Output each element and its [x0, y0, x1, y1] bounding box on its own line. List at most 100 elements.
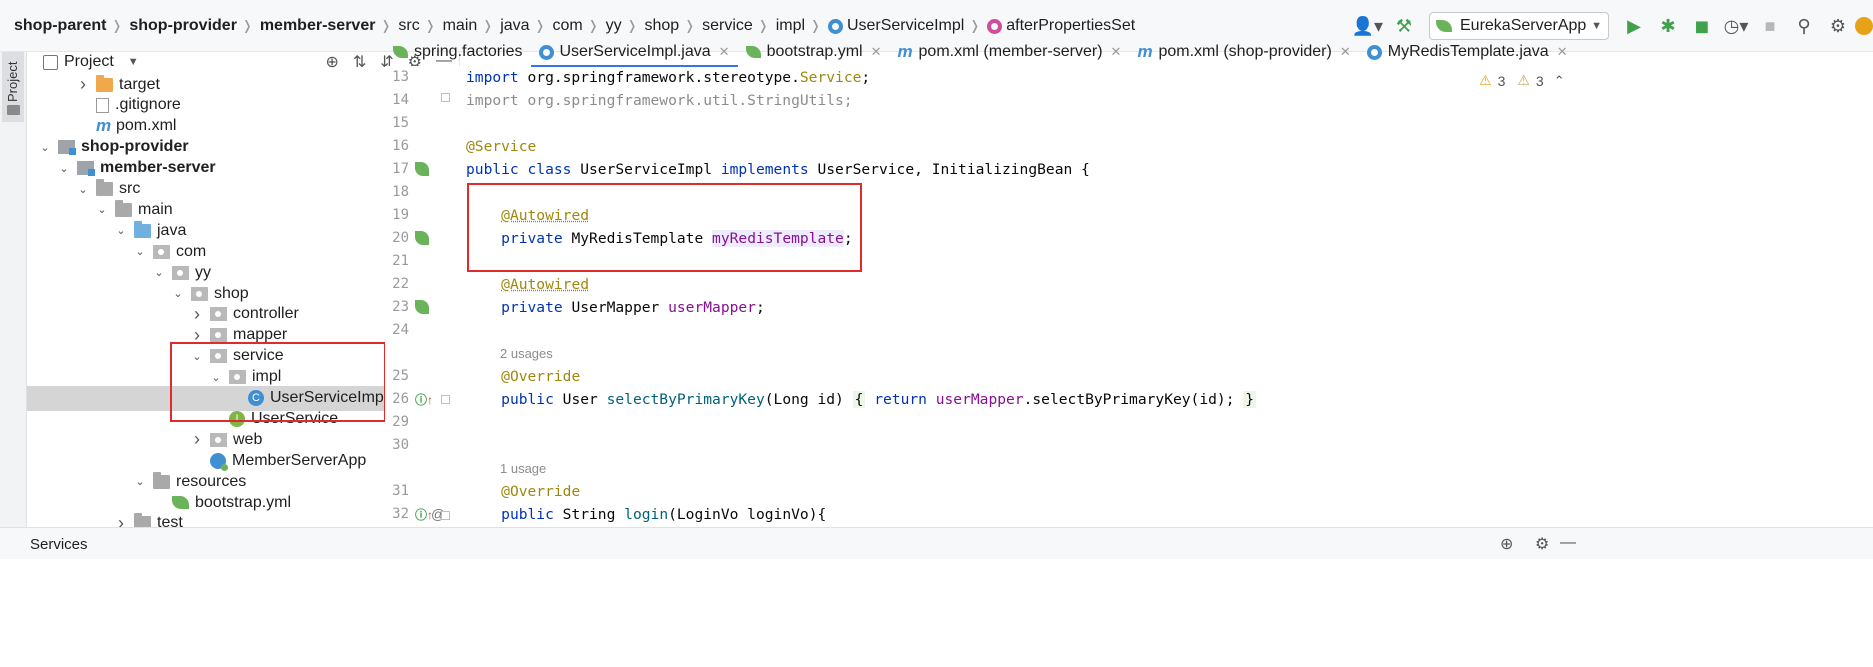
breadcrumb-item[interactable]: afterPropertiesSet — [987, 17, 1135, 35]
profiler-icon[interactable]: ◷▾ — [1723, 12, 1749, 40]
module-icon — [77, 161, 95, 177]
chevron-down-icon[interactable]: ⌄ — [171, 287, 185, 300]
line-number: 13 — [392, 69, 409, 85]
chevron-down-icon[interactable]: ⌄ — [76, 183, 90, 196]
chevron-down-icon[interactable]: ⌄ — [133, 475, 147, 488]
settings-icon[interactable]: ⚙ — [1825, 12, 1851, 40]
breadcrumb-item[interactable]: shop-provider — [129, 17, 237, 35]
fold-marker-icon[interactable] — [441, 93, 450, 102]
breadcrumb-item[interactable]: shop-parent — [14, 17, 106, 35]
chevron-down-icon[interactable]: ⌄ — [57, 162, 71, 175]
package-icon — [153, 244, 170, 259]
hide-icon[interactable]: — — [1560, 534, 1576, 552]
breadcrumb-label: yy — [605, 17, 622, 34]
code-line: @Override — [501, 483, 581, 500]
chevron-down-icon[interactable]: ⌄ — [152, 266, 166, 279]
editor-tab[interactable]: spring.factories — [385, 41, 531, 63]
run-icon[interactable]: ▶ — [1621, 12, 1647, 40]
fold-marker-icon[interactable] — [441, 395, 450, 404]
close-icon[interactable]: ✕ — [1111, 44, 1122, 60]
build-hammer-icon[interactable]: ⚒ — [1391, 12, 1417, 40]
debug-icon[interactable]: ✱ — [1655, 12, 1681, 40]
breadcrumb-item[interactable]: src — [398, 17, 419, 35]
breadcrumb-separator-icon: ❭ — [757, 18, 769, 33]
breadcrumb-separator-icon: ❭ — [810, 18, 821, 33]
tree-row-label: pom.xml — [116, 117, 177, 135]
package-icon — [172, 265, 189, 280]
chevron-down-icon[interactable]: ⌄ — [95, 203, 109, 216]
class-icon — [827, 18, 843, 34]
breadcrumb-item[interactable]: impl — [776, 17, 805, 35]
warning-icon: ⚠ — [1479, 72, 1492, 88]
search-icon[interactable]: ⚲ — [1791, 12, 1817, 40]
chevron-down-icon[interactable]: ⌄ — [133, 245, 147, 258]
usage-hint[interactable]: 2 usages — [500, 346, 553, 361]
spring-bean-icon[interactable] — [415, 300, 429, 314]
breadcrumb-label: src — [398, 17, 420, 34]
project-view-icon — [43, 54, 58, 70]
stop-icon[interactable]: ■ — [1757, 12, 1783, 40]
usage-hint[interactable]: 1 usage — [500, 461, 546, 476]
gear-icon[interactable]: ⚙ — [1535, 534, 1549, 554]
breadcrumb-item[interactable]: service — [702, 17, 753, 35]
package-icon — [191, 286, 208, 301]
breadcrumb-item[interactable]: com — [552, 17, 582, 35]
breadcrumb-label: service — [702, 17, 753, 34]
vcs-user-icon[interactable]: 👤▾ — [1352, 12, 1383, 40]
chevron-right-icon[interactable]: › — [190, 429, 204, 450]
breadcrumb-item[interactable]: UserServiceImpl — [827, 17, 964, 35]
spring-bean-icon[interactable] — [415, 162, 429, 176]
inspection-widget[interactable]: ⚠ 3 ⚠ 3 ⌃ — [1479, 72, 1565, 89]
close-icon[interactable]: ✕ — [719, 44, 730, 60]
chevron-right-icon[interactable]: › — [190, 304, 204, 325]
chevron-down-icon[interactable]: ⌄ — [114, 224, 128, 237]
editor-tab[interactable]: MyRedisTemplate.java ✕ — [1359, 41, 1576, 63]
spring-bean-icon[interactable] — [415, 231, 429, 245]
breadcrumb-item[interactable]: yy — [606, 17, 622, 35]
coverage-icon[interactable]: ◼ — [1689, 12, 1715, 40]
editor-tab-label: spring.factories — [414, 43, 523, 60]
breadcrumb-separator-icon: ❭ — [424, 18, 436, 33]
crosshair-icon[interactable]: ⊕ — [1500, 534, 1513, 554]
update-avatar-icon[interactable] — [1855, 17, 1873, 35]
editor-tab-label: bootstrap.yml — [766, 43, 863, 60]
editor-gutter: 13 14 15 16 17 18 19 20 21 22 23 24 25 26 29 30 31 32 ⓘ↑ ⓘ↑… — [385, 66, 461, 527]
chevron-down-icon[interactable]: ▼ — [128, 56, 139, 68]
run-configuration-select[interactable]: EurekaServerApp ▼ — [1429, 12, 1609, 40]
line-number: 32 — [392, 506, 409, 522]
chevron-right-icon[interactable]: › — [76, 74, 90, 95]
expand-all-icon[interactable]: ⇅ — [353, 52, 366, 72]
tree-row-label: controller — [233, 305, 299, 323]
code-line: public class UserServiceImpl implements … — [466, 161, 1090, 178]
breadcrumb-separator-icon: ❭ — [534, 18, 546, 33]
tree-row-label: com — [176, 242, 207, 260]
breadcrumb-item[interactable]: main — [443, 17, 478, 35]
tree-row-label: java — [157, 221, 187, 239]
implements-method-icon[interactable]: ⓘ↑ — [415, 391, 437, 407]
editor-tab[interactable]: m pom.xml (member-server) ✕ — [890, 41, 1130, 63]
locate-icon[interactable]: ⊕ — [325, 52, 338, 72]
close-icon[interactable]: ✕ — [1340, 44, 1351, 60]
maven-icon: m — [897, 41, 913, 61]
services-label[interactable]: Services — [30, 536, 88, 553]
editor-tab[interactable]: bootstrap.yml ✕ — [738, 41, 890, 63]
chevron-down-icon[interactable]: ⌄ — [38, 141, 52, 154]
close-icon[interactable]: ✕ — [1557, 44, 1568, 60]
project-panel-title[interactable]: Project — [64, 53, 114, 71]
editor-tab[interactable]: UserServiceImpl.java ✕ — [530, 41, 738, 67]
fold-marker-icon[interactable] — [441, 511, 450, 520]
tree-row-label: resources — [176, 472, 247, 490]
class-icon — [538, 44, 554, 60]
structure-folder-icon[interactable] — [7, 105, 20, 115]
breadcrumb-item[interactable]: java — [500, 17, 529, 35]
code-editor[interactable]: import org.springframework.stereotype.Se… — [466, 66, 1471, 527]
breadcrumb-item[interactable]: member-server — [260, 17, 376, 35]
tree-row-label: main — [138, 200, 173, 218]
editor-tab[interactable]: m pom.xml (shop-provider) ✕ — [1129, 41, 1358, 63]
close-icon[interactable]: ✕ — [871, 44, 882, 60]
spring-icon — [393, 46, 408, 58]
code-line: import org.springframework.stereotype.Se… — [466, 69, 871, 86]
breadcrumb-item[interactable]: shop — [645, 17, 680, 35]
code-line: private UserMapper userMapper; — [501, 299, 765, 316]
chevron-up-icon[interactable]: ⌃ — [1554, 73, 1565, 89]
